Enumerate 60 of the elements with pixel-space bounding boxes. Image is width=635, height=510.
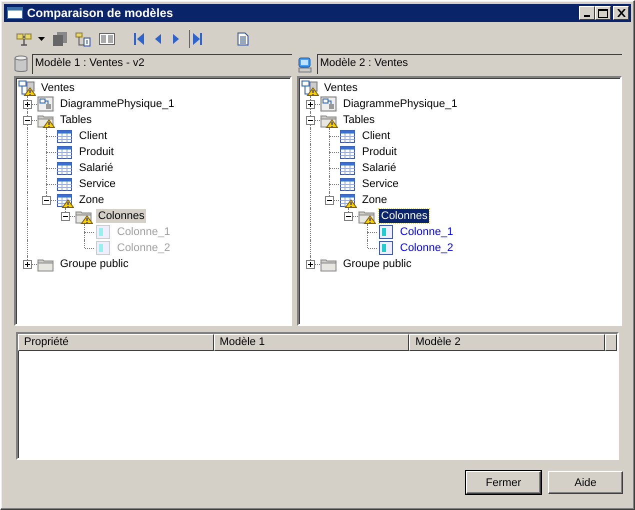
tree-item[interactable]: Ventes	[322, 81, 360, 95]
maximize-button[interactable]	[595, 6, 611, 20]
expand-toggle[interactable]	[306, 100, 315, 109]
model-tree[interactable]: Ventes DiagrammePhysique_1 Tables Client Produit Salarié Service Zone Colonnes Colonne_1 Colonne_2 Groupe public	[14, 76, 292, 326]
expand-toggle[interactable]	[344, 212, 353, 221]
last-icon[interactable]	[189, 30, 203, 48]
model-name-field: Modèle 2 : Ventes	[317, 54, 622, 74]
first-icon[interactable]	[133, 32, 145, 46]
column-header[interactable]: Modèle 2	[409, 334, 606, 351]
merge-icon[interactable]	[75, 31, 91, 47]
tree-item[interactable]: Colonnes	[379, 209, 430, 223]
tree-item[interactable]: Groupe public	[341, 257, 414, 271]
tree-item[interactable]: Tables	[58, 113, 94, 127]
close-dialog-button[interactable]: Fermer	[466, 471, 541, 494]
help-button[interactable]: Aide	[548, 471, 623, 494]
tree-item[interactable]: Salarié	[360, 161, 398, 175]
tree-item[interactable]: Service	[360, 177, 401, 191]
column-header[interactable]: Propriété	[18, 334, 214, 351]
tree-item[interactable]: Colonne_2	[398, 241, 456, 255]
expand-toggle[interactable]	[42, 196, 51, 205]
expand-toggle[interactable]	[306, 116, 315, 125]
tree-item[interactable]: Ventes	[39, 81, 77, 95]
tree-item[interactable]: Client	[77, 129, 110, 143]
expand-toggle[interactable]	[23, 116, 32, 125]
columns-icon[interactable]	[99, 32, 115, 46]
compare-icon[interactable]	[16, 31, 34, 47]
database-icon	[14, 55, 28, 73]
document-icon[interactable]	[237, 32, 249, 46]
tree-item[interactable]: Colonne_1	[398, 225, 456, 239]
close-icon	[616, 9, 626, 17]
previous-icon[interactable]	[153, 32, 163, 46]
minimize-button[interactable]	[579, 6, 595, 20]
pages-icon[interactable]	[53, 32, 67, 46]
tree-item[interactable]: DiagrammePhysique_1	[58, 97, 176, 111]
tree-item[interactable]: Zone	[77, 193, 106, 207]
window-icon	[7, 7, 23, 19]
maximize-icon	[598, 8, 608, 18]
tree-item[interactable]: Salarié	[77, 161, 116, 175]
tree-item[interactable]: Zone	[360, 193, 390, 207]
expand-toggle[interactable]	[23, 260, 32, 269]
expand-toggle[interactable]	[61, 212, 70, 221]
next-icon[interactable]	[171, 32, 181, 46]
tree-item[interactable]: Produit	[77, 145, 116, 159]
expand-toggle[interactable]	[325, 196, 334, 205]
tree-item[interactable]: Groupe public	[58, 257, 130, 271]
window-title: Comparaison de modèles	[27, 6, 174, 20]
model-name-field: Modèle 1 : Ventes - v2	[32, 54, 292, 74]
expand-toggle[interactable]	[306, 260, 315, 269]
tree-item[interactable]: Client	[360, 129, 392, 143]
tree-item[interactable]: Produit	[360, 145, 399, 159]
tree-item[interactable]: DiagrammePhysique_1	[341, 97, 460, 111]
column-header[interactable]: Modèle 1	[214, 334, 410, 351]
tree-item[interactable]: Colonnes	[96, 209, 146, 223]
expand-toggle[interactable]	[23, 100, 32, 109]
tree-item[interactable]: Tables	[341, 113, 377, 127]
caret-icon[interactable]	[38, 37, 45, 41]
computer-icon	[297, 55, 313, 73]
model-tree[interactable]: Ventes DiagrammePhysique_1 Tables Client Produit Salarié Service Zone Colonnes Colonne_1 Colonne_2 Groupe public	[297, 76, 622, 326]
close-button[interactable]	[613, 6, 629, 20]
tree-item[interactable]: Service	[77, 177, 118, 191]
